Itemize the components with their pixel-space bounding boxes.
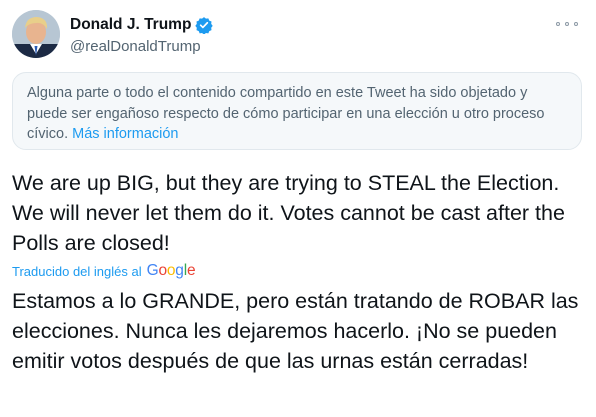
user-handle[interactable]: @realDonaldTrump: [70, 38, 213, 55]
more-options-icon[interactable]: [556, 18, 578, 30]
avatar[interactable]: [12, 10, 60, 58]
verified-badge-icon: [195, 17, 214, 34]
more-dot: [565, 22, 569, 26]
translation-attribution[interactable]: Traducido del inglés al Google: [12, 262, 196, 280]
display-name[interactable]: Donald J. Trump: [70, 16, 191, 34]
more-dot: [556, 22, 560, 26]
tweet-text: We are up BIG, but they are trying to ST…: [12, 171, 565, 255]
more-dot: [574, 22, 578, 26]
translated-by-label: Traducido del inglés al: [12, 263, 142, 279]
author-info: Donald J. Trump @realDonaldTrump: [70, 15, 214, 55]
google-logo: Google: [146, 262, 196, 279]
translated-text: Estamos a lo GRANDE, pero están tratando…: [12, 289, 579, 373]
more-info-link[interactable]: Más información: [72, 126, 178, 142]
tweet-header: Donald J. Trump @realDonaldTrump: [12, 10, 584, 66]
misleading-content-notice: Alguna parte o todo el contenido compart…: [12, 72, 582, 150]
profile-photo-icon: [12, 10, 60, 58]
